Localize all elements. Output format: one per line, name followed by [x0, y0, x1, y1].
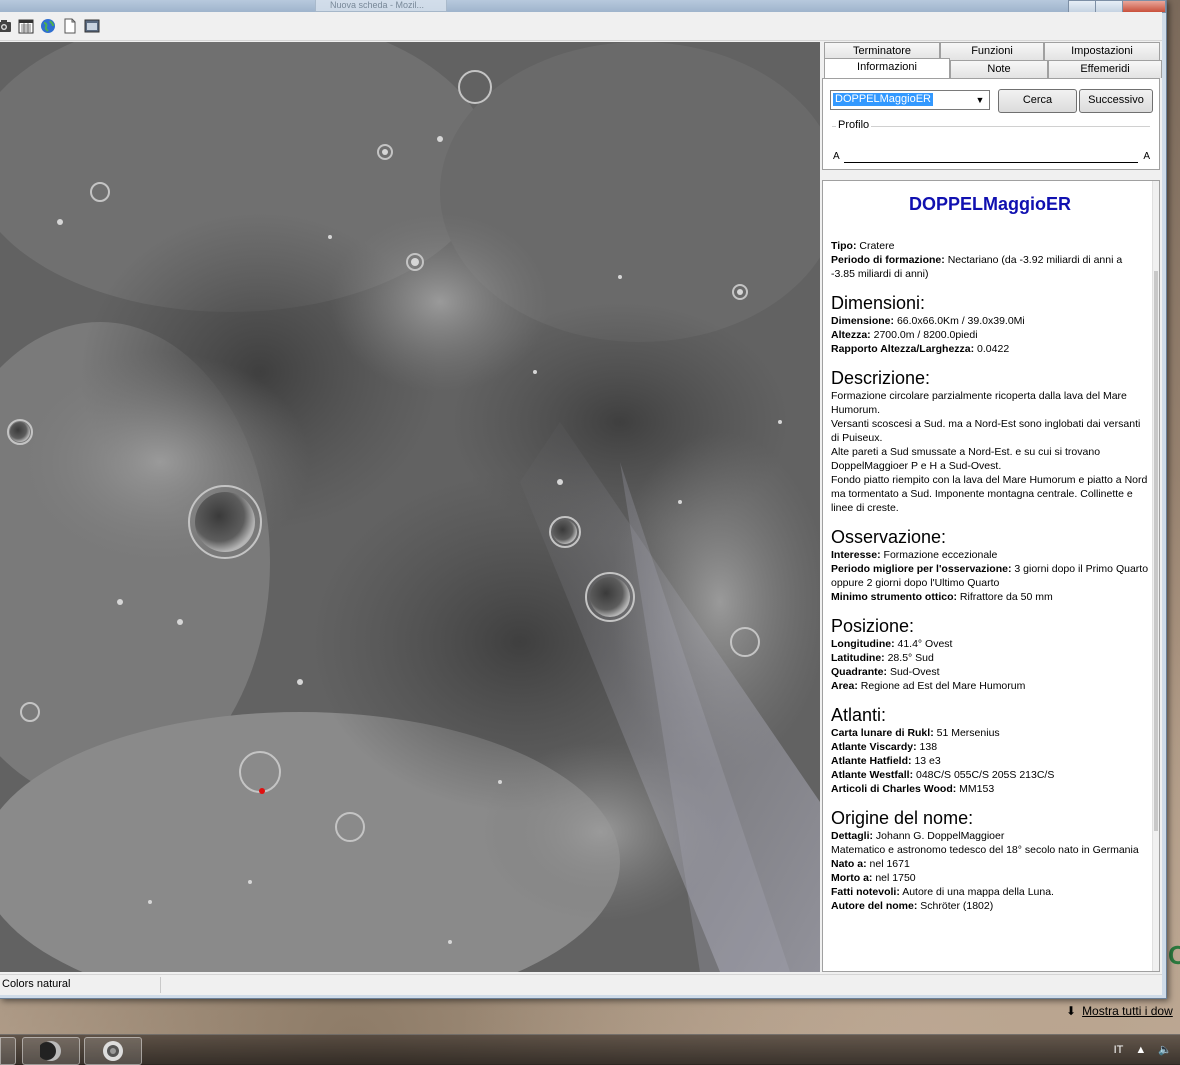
info-area: Area: Regione ad Est del Mare Humorum — [831, 680, 1026, 692]
info-viscardy: Atlante Viscardy: 138 — [831, 741, 938, 753]
info-westfall: Atlante Westfall: 048C/S 055C/S 205S 213… — [831, 769, 1055, 781]
app-window: Nuova scheda - Mozil... Terminatore Funz… — [0, 0, 1167, 999]
show-all-label: Mostra tutti i dow — [1082, 1004, 1173, 1018]
chevron-up-icon[interactable]: ▲ — [1135, 1044, 1146, 1056]
info-dimensione: Dimensione: 66.0x66.0Km / 39.0x39.0Mi — [831, 315, 1025, 327]
info-strumento: Minimo strumento ottico: Rifrattore da 5… — [831, 591, 1053, 603]
system-tray: IT ▲ 🔈 — [1114, 1043, 1172, 1057]
tab-impostazioni[interactable]: Impostazioni — [1044, 42, 1160, 60]
info-periodo-osservazione: Periodo migliore per l'osservazione: 3 g… — [831, 563, 1149, 589]
language-indicator[interactable]: IT — [1114, 1044, 1124, 1056]
globe-icon[interactable] — [40, 18, 56, 34]
taskbar: IT ▲ 🔈 — [0, 1034, 1180, 1065]
tab-note[interactable]: Note — [950, 60, 1048, 78]
profile-group: Profilo A A — [832, 119, 1150, 169]
info-rapporto: Rapporto Altezza/Larghezza: 0.0422 — [831, 343, 1010, 355]
page-icon[interactable] — [62, 18, 78, 34]
status-bar: Colors natural — [0, 974, 1162, 995]
desktop-partial-icon: C — [1168, 940, 1180, 970]
info-wood: Articoli di Charles Wood: MM153 — [831, 783, 995, 795]
start-button-partial[interactable] — [0, 1037, 16, 1065]
info-periodo: Periodo di formazione: Nectariano (da -3… — [831, 254, 1123, 280]
tab-informazioni[interactable]: Informazioni — [824, 58, 950, 78]
title-bar[interactable]: Nuova scheda - Mozil... — [0, 0, 1166, 13]
profile-legend: Profilo — [836, 119, 872, 131]
crater-info-view: DOPPELMaggioER Tipo: Cratere Periodo di … — [822, 180, 1160, 972]
profile-left-label: A — [833, 151, 840, 162]
info-rukl: Carta lunare di Rukl: 51 Mersenius — [831, 727, 1000, 739]
background-tab-label: Nuova scheda - Mozil... — [330, 0, 425, 10]
taskbar-moon-app[interactable] — [22, 1037, 80, 1065]
crater-info-content: DOPPELMaggioER Tipo: Cratere Periodo di … — [831, 191, 1149, 913]
moon-surface-image — [0, 42, 820, 972]
scrollbar-thumb[interactable] — [1154, 271, 1158, 831]
info-autore: Autore del nome: Schröter (1802) — [831, 900, 994, 912]
info-morto: Morto a: nel 1750 — [831, 872, 916, 884]
info-panel: Terminatore Funzioni Impostazioni Inform… — [822, 42, 1162, 972]
descrizione-line: Versanti scoscesi a Sud. ma a Nord-Est s… — [831, 418, 1141, 444]
info-hatfield: Atlante Hatfield: 13 e3 — [831, 755, 941, 767]
selected-crater-marker — [259, 788, 265, 794]
info-nato: Nato a: nel 1671 — [831, 858, 910, 870]
info-scrollbar[interactable] — [1152, 181, 1159, 971]
crater-title: DOPPELMaggioER — [908, 194, 1071, 214]
info-interesse: Interesse: Formazione eccezionale — [831, 549, 998, 561]
heading-atlanti: Atlanti: — [831, 705, 887, 725]
status-separator — [160, 977, 161, 993]
tabs-row-bottom: Informazioni Note Effemeridi — [824, 58, 1162, 78]
crater-combo-value: DOPPELMaggioER — [833, 93, 933, 106]
heading-origine: Origine del nome: — [831, 808, 974, 828]
taskbar-crater-app[interactable] — [84, 1037, 142, 1065]
calendar-icon[interactable] — [18, 18, 34, 34]
heading-descrizione: Descrizione: — [831, 368, 931, 388]
info-dettagli: Dettagli: Johann G. DoppelMaggioer — [831, 830, 1005, 842]
chevron-down-icon[interactable]: ▼ — [973, 91, 987, 109]
profile-right-label: A — [1143, 151, 1150, 162]
descrizione-line: Alte pareti a Sud smussate a Nord-Est. e… — [831, 446, 1101, 472]
profile-line — [844, 162, 1138, 163]
tab-funzioni[interactable]: Funzioni — [940, 42, 1044, 60]
info-altezza: Altezza: 2700.0m / 8200.0piedi — [831, 329, 978, 341]
info-fatti: Fatti notevoli: Autore di una mappa dell… — [831, 886, 1054, 898]
info-dettagli-line2: Matematico e astronomo tedesco del 18° s… — [831, 844, 1139, 856]
moon-image-view[interactable] — [0, 42, 820, 972]
status-text: Colors natural — [2, 978, 71, 990]
crater-icon — [103, 1041, 123, 1061]
tab-effemeridi[interactable]: Effemeridi — [1048, 60, 1162, 78]
camera-icon[interactable] — [0, 18, 12, 34]
toolbar — [0, 12, 1162, 41]
search-button[interactable]: Cerca — [998, 89, 1077, 113]
heading-posizione: Posizione: — [831, 616, 915, 636]
arrow-down-icon: ⬇ — [1066, 1004, 1077, 1018]
info-latitudine: Latitudine: 28.5° Sud — [831, 652, 934, 664]
window-caption-buttons — [1068, 0, 1166, 13]
moon-icon — [40, 1041, 61, 1061]
heading-dimensioni: Dimensioni: — [831, 293, 926, 313]
descrizione-line: Fondo piatto riempito con la lava del Ma… — [831, 474, 1148, 514]
client-area: Terminatore Funzioni Impostazioni Inform… — [0, 12, 1162, 995]
heading-osservazione: Osservazione: — [831, 527, 947, 547]
next-button[interactable]: Successivo — [1079, 89, 1153, 113]
informazioni-tab-page: DOPPELMaggioER ▼ Cerca Successivo Profil… — [822, 78, 1160, 170]
speaker-icon[interactable]: 🔈 — [1158, 1043, 1172, 1056]
background-browser-tab[interactable]: Nuova scheda - Mozil... — [315, 0, 447, 12]
info-longitudine: Longitudine: 41.4° Ovest — [831, 638, 953, 650]
info-quadrante: Quadrante: Sud-Ovest — [831, 666, 940, 678]
show-all-downloads-link[interactable]: ⬇ Mostra tutti i dow — [1066, 1004, 1173, 1018]
descrizione-line: Formazione circolare parzialmente ricope… — [831, 390, 1127, 416]
window-icon[interactable] — [84, 18, 100, 34]
info-tipo: Tipo: Cratere — [831, 240, 895, 252]
crater-search-combo[interactable]: DOPPELMaggioER ▼ — [830, 90, 990, 110]
